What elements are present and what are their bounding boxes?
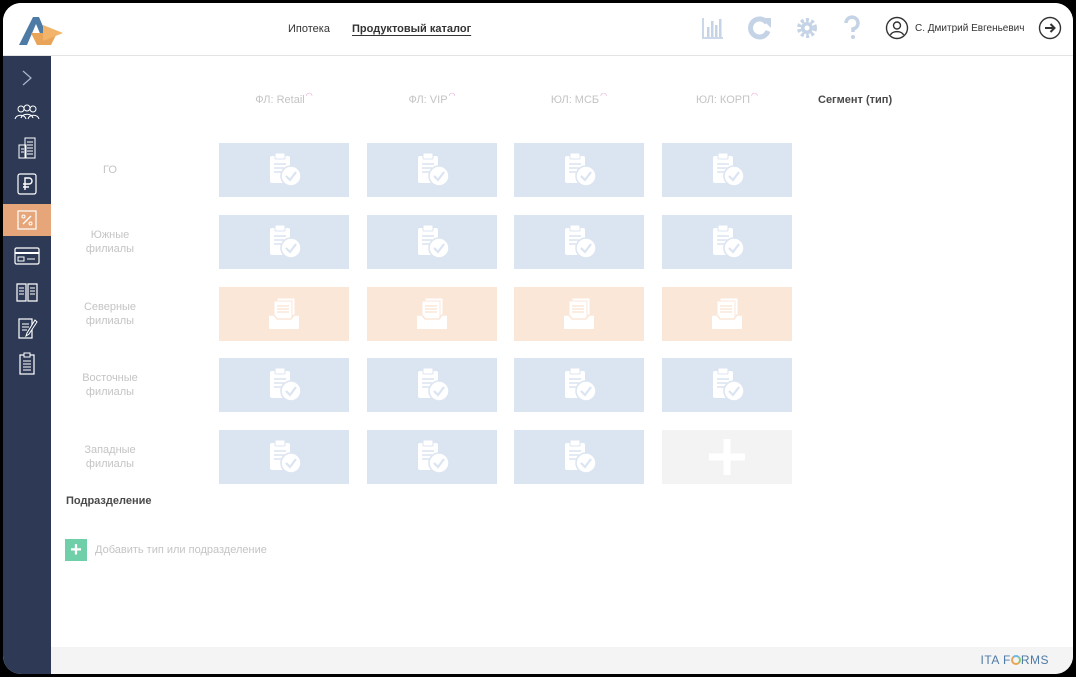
sidebar-item-cards[interactable] [3, 240, 51, 272]
column-header[interactable]: ФЛ: Retail◠ [219, 91, 349, 106]
clipboard-check-icon [418, 152, 450, 187]
product-cell[interactable] [367, 143, 497, 197]
footer: ITA F RMS [51, 647, 1073, 674]
clipboard-check-icon [565, 367, 597, 402]
app-logo[interactable] [17, 15, 63, 47]
clipboard-check-icon [565, 152, 597, 187]
product-cell[interactable] [219, 143, 349, 197]
refresh-icon[interactable] [747, 15, 773, 41]
ita-forms-logo: ITA F RMS [980, 653, 1049, 667]
sidebar-item-catalog[interactable] [3, 276, 51, 308]
sidebar-item-forms[interactable] [3, 348, 51, 380]
product-cell[interactable] [514, 143, 644, 197]
product-cell[interactable] [367, 430, 497, 484]
product-cell[interactable] [662, 287, 792, 341]
card-icon [14, 247, 40, 265]
row-header[interactable]: Западные филиалы [51, 443, 169, 471]
product-cell[interactable] [219, 215, 349, 269]
sidebar [3, 56, 51, 674]
visibility-icon[interactable]: ◠ [751, 91, 758, 100]
app-window: Ипотека Продуктовый каталог С. Дмитрий Е… [3, 3, 1073, 674]
product-cell[interactable] [514, 358, 644, 412]
product-cell[interactable] [662, 143, 792, 197]
product-cell[interactable] [219, 430, 349, 484]
sidebar-item-rates[interactable] [3, 204, 51, 236]
product-cell[interactable] [367, 358, 497, 412]
add-button[interactable]: + [65, 539, 87, 561]
documents-tray-icon [269, 297, 299, 329]
user-name[interactable]: С. Дмитрий Евгеньевич [915, 23, 1024, 34]
visibility-icon[interactable]: ◠ [600, 91, 607, 100]
product-cell[interactable] [219, 287, 349, 341]
product-cell[interactable] [367, 215, 497, 269]
clipboard-check-icon [418, 224, 450, 259]
column-header-label: ЮЛ: КОРП [695, 94, 751, 106]
product-grid-area: ФЛ: Retail◠ ФЛ: VIP◠ ЮЛ: МСБ◠ ЮЛ: КОРП◠ Сег… [51, 57, 1073, 647]
clipboard-check-icon [565, 439, 597, 474]
add-type-label[interactable]: Добавить тип или подразделение [95, 544, 267, 556]
help-icon[interactable] [839, 15, 865, 41]
sidebar-item-finance[interactable] [3, 168, 51, 200]
clipboard-check-icon [270, 367, 302, 402]
clipboard-check-icon [270, 224, 302, 259]
division-axis-label: Подразделение [66, 495, 152, 507]
chevron-right-icon [22, 70, 32, 86]
edit-doc-icon [18, 318, 38, 339]
book-icon [16, 283, 38, 302]
clipboard-check-icon [270, 439, 302, 474]
column-header[interactable]: ЮЛ: КОРП◠ [662, 91, 792, 106]
add-product-cell[interactable] [662, 430, 792, 484]
column-header-label: ФЛ: VIP [408, 94, 448, 106]
documents-tray-icon [417, 297, 447, 329]
column-header-label: ФЛ: Retail [255, 94, 305, 106]
buildings-icon [18, 137, 36, 159]
users-icon [14, 104, 40, 120]
top-bar: Ипотека Продуктовый каталог С. Дмитрий Е… [3, 3, 1073, 56]
visibility-icon[interactable]: ◠ [306, 91, 313, 100]
visibility-icon[interactable]: ◠ [449, 91, 456, 100]
ruble-icon [17, 173, 37, 195]
add-type-or-division[interactable]: + Добавить тип или подразделение [65, 539, 267, 561]
clipboard-check-icon [418, 367, 450, 402]
nav-mortgage[interactable]: Ипотека [288, 23, 330, 35]
clipboard-check-icon [418, 439, 450, 474]
product-cell[interactable] [662, 215, 792, 269]
product-cell[interactable] [514, 215, 644, 269]
column-header[interactable]: ФЛ: VIP◠ [367, 91, 497, 106]
clipboard-check-icon [565, 224, 597, 259]
product-cell[interactable] [514, 430, 644, 484]
column-header-label: ЮЛ: МСБ [550, 94, 600, 106]
documents-tray-icon [564, 297, 594, 329]
sidebar-expand[interactable] [3, 62, 51, 94]
product-cell[interactable] [514, 287, 644, 341]
row-header[interactable]: Южные филиалы [51, 228, 169, 256]
sidebar-item-users[interactable] [3, 96, 51, 128]
clipboard-check-icon [713, 152, 745, 187]
row-header[interactable]: ГО [51, 163, 169, 177]
clipboard-check-icon [713, 367, 745, 402]
column-header[interactable]: ЮЛ: МСБ◠ [514, 91, 644, 106]
clipboard-icon [19, 352, 35, 375]
percent-icon [17, 210, 37, 230]
logout-icon[interactable] [1038, 16, 1062, 40]
product-cell[interactable] [219, 358, 349, 412]
product-cell[interactable] [367, 287, 497, 341]
product-cell[interactable] [662, 358, 792, 412]
nav-product-catalog[interactable]: Продуктовый каталог [352, 23, 471, 35]
documents-tray-icon [712, 297, 742, 329]
gear-icon[interactable] [794, 15, 820, 41]
clipboard-check-icon [270, 152, 302, 187]
sidebar-item-documents[interactable] [3, 312, 51, 344]
row-header[interactable]: Северные филиалы [51, 300, 169, 328]
plus-icon [709, 439, 745, 475]
row-header[interactable]: Восточные филиалы [51, 371, 169, 399]
user-icon[interactable] [885, 16, 909, 40]
chart-icon[interactable] [700, 15, 726, 41]
clipboard-check-icon [713, 224, 745, 259]
segment-axis-label: Сегмент (тип) [818, 94, 893, 106]
sidebar-item-buildings[interactable] [3, 132, 51, 164]
